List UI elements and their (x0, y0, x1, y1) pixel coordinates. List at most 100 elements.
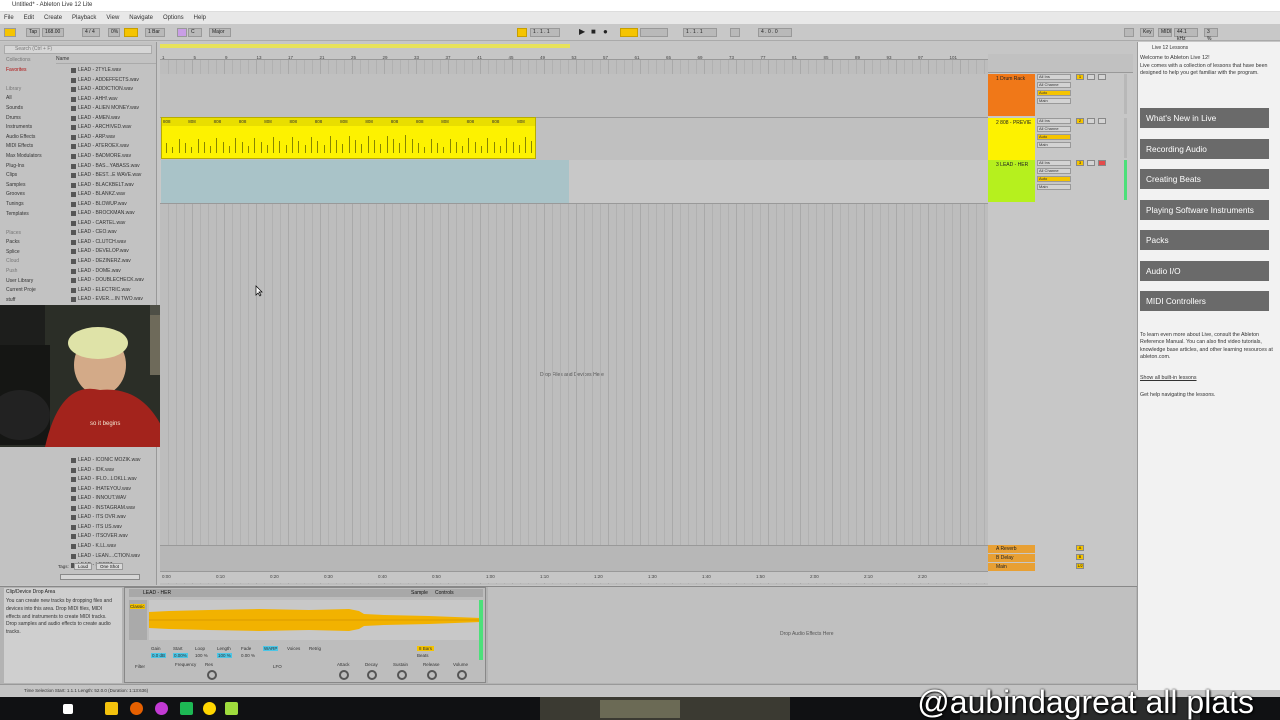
browser-file-item[interactable]: LEAD - CLUTCH.wav (70, 238, 126, 247)
browser-place-item[interactable]: Max Modulators (2, 152, 54, 162)
browser-file-item[interactable]: LEAD - CEO.wav (71, 228, 117, 237)
loop-start[interactable]: 1 . 1 . 1 (683, 28, 717, 37)
menu-playback[interactable]: Playback (72, 15, 96, 21)
browser-file-item[interactable]: LEAD - ITSOVER.wav (71, 532, 128, 541)
browser-place-item[interactable]: Favorites (2, 66, 54, 76)
menu-help[interactable]: Help (194, 15, 206, 21)
browser-file-item[interactable]: LEAD - ALIEN MONEY.wav (70, 104, 139, 113)
browser-place-item[interactable]: Templates (2, 210, 54, 220)
browser-place-item[interactable]: User Library (2, 277, 54, 287)
track-name[interactable]: 3 LEAD - HER (988, 160, 1035, 202)
browser-file-item[interactable]: LEAD - INNOUT.WAV (70, 494, 126, 503)
browser-file-item[interactable]: LEAD - ARCHIVED.wav (70, 123, 131, 132)
record-icon[interactable]: ● (601, 28, 611, 37)
return-track-name[interactable]: A Reverb (988, 545, 1035, 553)
pencil-icon[interactable] (1124, 28, 1134, 37)
track-activator[interactable]: 3 (1076, 160, 1084, 166)
browser-file-item[interactable]: LEAD - DEVELOP.wav (71, 247, 129, 256)
file-explorer-icon[interactable] (105, 702, 118, 715)
browser-file-item[interactable]: LEAD - IHATEYOU.wav (71, 485, 131, 494)
spotify-icon[interactable] (180, 702, 193, 715)
sample-waveform[interactable] (149, 600, 481, 640)
browser-place-item[interactable]: All (2, 94, 54, 104)
tag-one-shot[interactable]: One Shot (96, 563, 124, 570)
tap-button[interactable]: Tap (26, 28, 40, 37)
follow-icon[interactable] (517, 28, 527, 37)
browser-place-item[interactable]: Plug-Ins (2, 162, 54, 172)
decay-knob[interactable] (367, 670, 377, 680)
return-activator[interactable]: A (1076, 545, 1084, 551)
sustain-knob[interactable] (397, 670, 407, 680)
key-map-button[interactable]: Key (1140, 28, 1154, 37)
solo-button[interactable] (1087, 74, 1095, 80)
arm-button[interactable] (1098, 74, 1106, 80)
lesson-button[interactable]: Playing Software Instruments (1140, 199, 1269, 220)
metronome-level[interactable]: 0% (108, 28, 120, 37)
track-output-select[interactable]: Main (1037, 98, 1071, 104)
automation-icons[interactable] (640, 28, 668, 37)
track-name[interactable]: 2 808 - PREVIE (988, 118, 1035, 160)
browser-file-item[interactable]: LEAD - ELECTRIC.wav (71, 286, 131, 295)
browser-file-item[interactable]: LEAD - ITS OVR.wav (71, 513, 126, 522)
menu-edit[interactable]: Edit (24, 15, 34, 21)
browser-search[interactable]: Search (Ctrl + F) (4, 45, 152, 54)
gain-value[interactable]: 0.0 dB (151, 653, 167, 658)
stop-icon[interactable]: ■ (589, 28, 599, 37)
browser-file-item[interactable]: LEAD - CARTEL.wav (70, 219, 125, 228)
lesson-button[interactable]: Recording Audio (1140, 138, 1269, 159)
track-channel-select[interactable]: All Channe (1037, 126, 1071, 132)
browser-file-item[interactable]: LEAD - BADMORE.wav (70, 152, 131, 161)
lesson-button[interactable]: What's New in Live (1140, 108, 1269, 128)
menu-file[interactable]: File (4, 15, 14, 21)
browser-file-item[interactable]: LEAD - BLANKZ.wav (70, 190, 125, 199)
name-column-header[interactable]: Name (56, 56, 156, 64)
track-channel-select[interactable]: All Channe (1037, 168, 1071, 174)
return-activator[interactable]: B (1076, 554, 1084, 560)
return-track-name[interactable]: Main (988, 563, 1035, 571)
song-position[interactable]: 1 . 1 . 1 (530, 28, 560, 37)
browser-file-item[interactable]: LEAD - IFLO...LOKLL.wav (71, 475, 137, 484)
browser-place-item[interactable]: Audio Effects (2, 133, 54, 143)
time-signature[interactable]: 4 / 4 (82, 28, 100, 37)
track-name[interactable]: 1 Drum Rack (988, 74, 1035, 116)
browser-place-item[interactable]: Current Proje (2, 286, 54, 296)
scale-field[interactable]: Major (209, 28, 231, 37)
browser-file-item[interactable]: LEAD - K.LL.wav (70, 542, 116, 551)
browser-file-item[interactable]: LEAD - ADDEFFECTS.wav (71, 76, 139, 85)
overdub-icon[interactable] (620, 28, 638, 37)
track-input-select[interactable]: All Ins (1037, 118, 1071, 124)
help-footer-navigate[interactable]: Get help navigating the lessons. (1140, 392, 1274, 399)
browser-file-item[interactable]: LEAD - DOME.wav (71, 267, 121, 276)
lesson-button[interactable]: Packs (1140, 230, 1269, 250)
arm-button[interactable] (1098, 160, 1106, 166)
ableton-live-icon[interactable] (225, 702, 238, 715)
fade-value[interactable]: 0.00 % (241, 653, 255, 658)
browser-place-item[interactable]: stuff (2, 296, 54, 306)
lfo-toggle[interactable]: LFO (273, 664, 282, 669)
firefox-icon[interactable] (130, 702, 143, 715)
browser-file-item[interactable]: LEAD - BLACKBELT.wav (71, 181, 134, 190)
start-value[interactable]: 0.00% (173, 653, 188, 658)
browser-file-item[interactable]: LEAD - 2TYLE.wav (70, 66, 121, 75)
release-knob[interactable] (427, 670, 437, 680)
key-icon[interactable] (177, 28, 187, 37)
browser-file-item[interactable]: LEAD - LEAN....CTION.wav (71, 552, 140, 561)
browser-place-item[interactable]: Clips (2, 171, 54, 181)
audio-effects-drop-area[interactable]: Drop Audio Effects Here (488, 587, 1136, 683)
play-icon[interactable]: ▶ (577, 28, 587, 37)
lesson-button[interactable]: MIDI Controllers (1140, 291, 1269, 311)
help-footer-manual[interactable]: To learn even more about Live, consult t… (1140, 332, 1274, 361)
warp-toggle[interactable]: WARP (263, 646, 279, 651)
loop-icon[interactable] (730, 28, 740, 37)
menu-options[interactable]: Options (163, 15, 184, 21)
return-activator[interactable]: 1/2 (1076, 563, 1084, 569)
browser-place-item[interactable]: Packs (2, 238, 54, 248)
browser-place-item[interactable]: Instruments (2, 123, 54, 133)
track-activator[interactable]: 1 (1076, 74, 1084, 80)
menu-view[interactable]: View (106, 15, 119, 21)
browser-file-item[interactable]: LEAD - BLOWUP.wav (71, 200, 127, 209)
track-monitor-select[interactable]: Auto (1037, 90, 1071, 96)
track-lane-drum-rack[interactable] (160, 74, 988, 118)
browser-file-item[interactable]: LEAD - IDK.wav (70, 466, 114, 475)
solo-button[interactable] (1087, 118, 1095, 124)
